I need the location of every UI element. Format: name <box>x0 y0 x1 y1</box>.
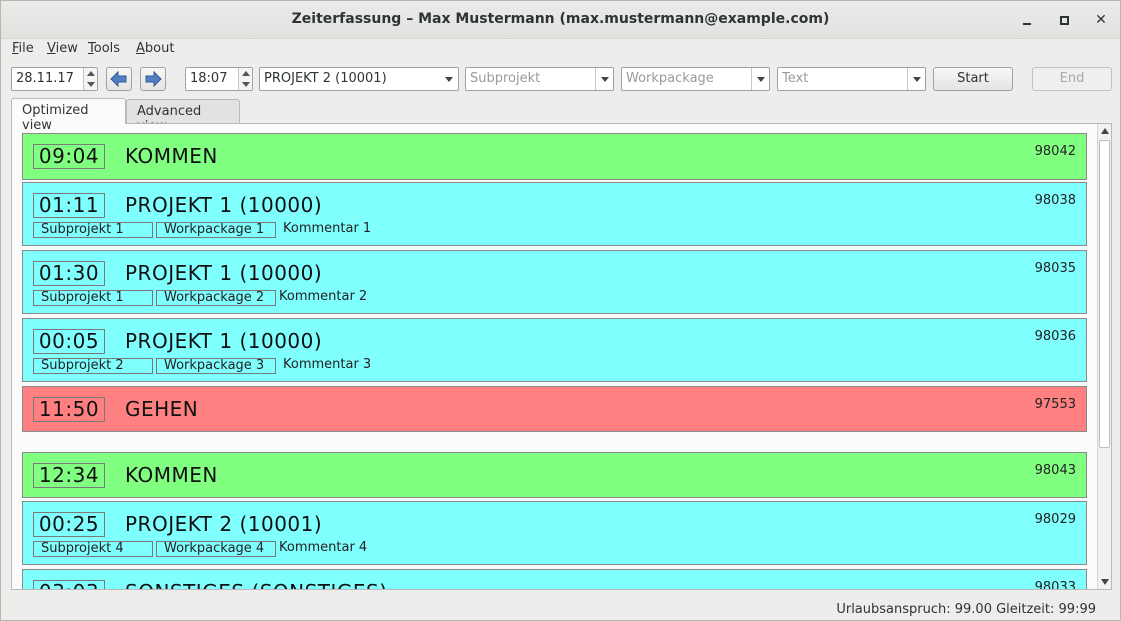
entry-list: 09:04 KOMMEN 98042 01:11 PROJEKT 1 (1000… <box>22 132 1088 589</box>
scroll-up-icon[interactable] <box>1101 128 1109 134</box>
entry-id: 98038 <box>1034 193 1076 208</box>
time-value: 18:07 <box>190 71 228 86</box>
entry-name: PROJEKT 1 (10000) <box>125 329 323 353</box>
tab-advanced-view[interactable]: Advanced view <box>126 99 240 134</box>
entry-comment: Kommentar 4 <box>279 540 368 555</box>
date-spinbox[interactable]: 28.11.17 <box>11 67 98 91</box>
entry-workpackage: Workpackage 4 <box>156 541 276 557</box>
list-item[interactable]: 11:50 GEHEN 97553 <box>22 386 1087 432</box>
entry-name: SONSTIGES (SONSTIGES) <box>125 580 388 589</box>
entry-id: 98043 <box>1034 463 1076 478</box>
scroll-down-icon[interactable] <box>1101 579 1109 585</box>
text-placeholder: Text <box>782 71 809 86</box>
entry-id: 98029 <box>1034 512 1076 527</box>
entry-comment: Kommentar 1 <box>283 221 372 236</box>
list-scrollbar[interactable] <box>1097 124 1111 589</box>
time-stepper[interactable] <box>238 68 252 90</box>
entry-id: 98042 <box>1034 144 1076 159</box>
list-item[interactable]: 01:30 PROJEKT 1 (10000) 98035 Subprojekt… <box>22 250 1087 314</box>
entry-subproject: Subprojekt 1 <box>33 290 153 306</box>
list-item[interactable]: 12:34 KOMMEN 98043 <box>22 452 1087 498</box>
entry-name: GEHEN <box>125 397 199 421</box>
prev-day-button[interactable] <box>106 67 132 91</box>
subproject-placeholder: Subprojekt <box>470 71 541 86</box>
entry-id: 98033 <box>1034 580 1076 589</box>
project-value: PROJEKT 2 (10001) <box>264 71 387 86</box>
entry-time: 12:34 <box>33 463 105 488</box>
arrow-right-icon <box>145 71 162 87</box>
time-spinbox[interactable]: 18:07 <box>185 67 253 91</box>
menu-file[interactable]: File <box>12 41 34 56</box>
window-title: Zeiterfassung – Max Mustermann (max.must… <box>291 11 830 27</box>
entry-time: 01:30 <box>33 261 105 286</box>
list-item[interactable]: 00:05 PROJEKT 1 (10000) 98036 Subprojekt… <box>22 318 1087 382</box>
text-combobox[interactable]: Text <box>777 67 926 91</box>
chevron-down-icon[interactable] <box>440 68 458 90</box>
close-icon[interactable]: ✕ <box>1091 10 1111 30</box>
start-button[interactable]: Start <box>933 67 1013 91</box>
end-button[interactable]: End <box>1032 67 1112 91</box>
scrollbar-thumb[interactable] <box>1099 140 1110 448</box>
entry-id: 98035 <box>1034 261 1076 276</box>
entry-name: PROJEKT 2 (10001) <box>125 512 323 536</box>
entry-name: KOMMEN <box>125 463 218 487</box>
entry-id: 98036 <box>1034 329 1076 344</box>
entry-workpackage: Workpackage 1 <box>156 222 276 238</box>
list-item[interactable]: 09:04 KOMMEN 98042 <box>22 133 1087 180</box>
entry-comment: Kommentar 2 <box>279 289 368 304</box>
entry-time: 03:03 <box>33 580 105 589</box>
entry-subproject: Subprojekt 4 <box>33 541 153 557</box>
list-item[interactable]: 01:11 PROJEKT 1 (10000) 98038 Subprojekt… <box>22 182 1087 246</box>
app-window: Zeiterfassung – Max Mustermann (max.must… <box>0 0 1121 621</box>
menu-view[interactable]: View <box>47 41 78 56</box>
entry-name: KOMMEN <box>125 144 218 168</box>
menu-tools[interactable]: Tools <box>88 41 120 56</box>
project-combobox[interactable]: PROJEKT 2 (10001) <box>259 67 459 91</box>
entry-name: PROJEKT 1 (10000) <box>125 261 323 285</box>
entry-subproject: Subprojekt 1 <box>33 222 153 238</box>
entry-time: 09:04 <box>33 144 105 169</box>
entry-id: 97553 <box>1034 397 1076 412</box>
tab-optimized-view[interactable]: Optimized view <box>11 98 126 133</box>
workpackage-placeholder: Workpackage <box>626 71 714 86</box>
chevron-down-icon[interactable] <box>907 68 925 90</box>
menu-about[interactable]: About <box>136 41 174 56</box>
list-item[interactable]: 03:03 SONSTIGES (SONSTIGES) 98033 <box>22 569 1087 589</box>
entry-time: 00:25 <box>33 512 105 537</box>
entry-workpackage: Workpackage 3 <box>156 358 276 374</box>
menu-bar: File View Tools About <box>1 39 1120 61</box>
arrow-left-icon <box>110 71 127 87</box>
next-day-button[interactable] <box>140 67 166 91</box>
date-value: 28.11.17 <box>16 71 74 86</box>
workpackage-combobox[interactable]: Workpackage <box>621 67 770 91</box>
toolbar: 28.11.17 18:07 PROJEKT 2 (10001) Subproj… <box>1 67 1120 93</box>
minimize-icon[interactable] <box>1017 10 1037 30</box>
entry-subproject: Subprojekt 2 <box>33 358 153 374</box>
date-stepper[interactable] <box>83 68 97 90</box>
entry-workpackage: Workpackage 2 <box>156 290 276 306</box>
entry-time: 00:05 <box>33 329 105 354</box>
entry-comment: Kommentar 3 <box>283 357 372 372</box>
entry-time: 11:50 <box>33 397 105 422</box>
chevron-down-icon[interactable] <box>751 68 769 90</box>
list-item[interactable]: 00:25 PROJEKT 2 (10001) 98029 Subprojekt… <box>22 501 1087 565</box>
entry-time: 01:11 <box>33 193 105 218</box>
maximize-icon[interactable] <box>1054 10 1074 30</box>
title-bar: Zeiterfassung – Max Mustermann (max.must… <box>1 1 1120 39</box>
subproject-combobox[interactable]: Subprojekt <box>465 67 614 91</box>
entry-name: PROJEKT 1 (10000) <box>125 193 323 217</box>
chevron-down-icon[interactable] <box>595 68 613 90</box>
status-text: Urlaubsanspruch: 99.00 Gleitzeit: 99:99 <box>836 602 1096 617</box>
